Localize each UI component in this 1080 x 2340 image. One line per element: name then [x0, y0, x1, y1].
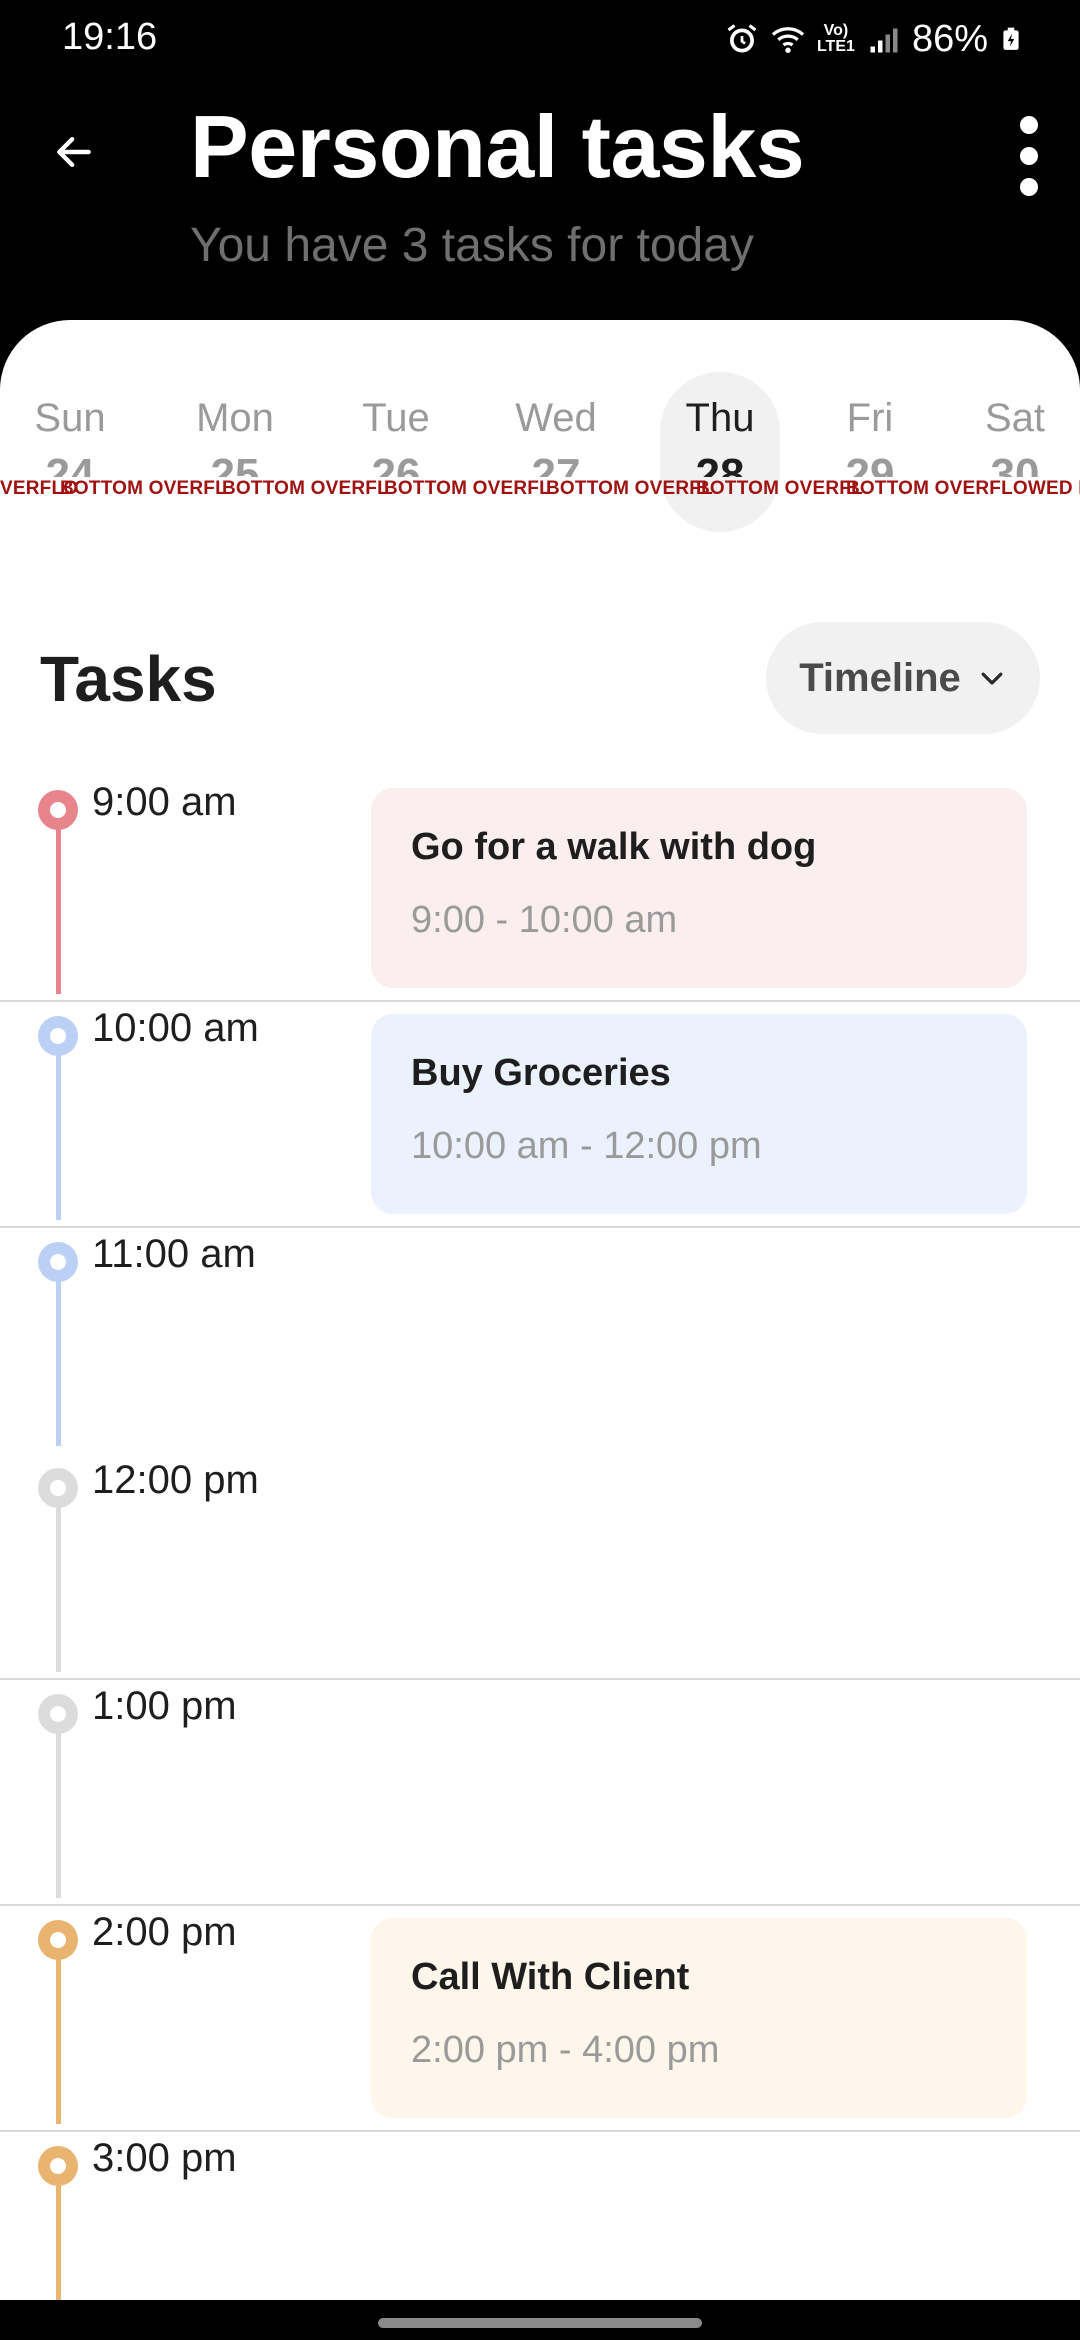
timeline-time-label: 12:00 pm [92, 1458, 259, 1502]
timeline-line [56, 1270, 61, 1446]
row-separator [0, 1226, 1080, 1228]
day-name: Sun [34, 396, 106, 440]
task-card[interactable]: Call With Client 2:00 pm - 4:00 pm [371, 1918, 1027, 2118]
task-time: 10:00 am - 12:00 pm [411, 1125, 762, 1167]
overflow-text: BOTTOM OVERFL [384, 478, 551, 499]
row-separator [0, 2130, 1080, 2132]
timeline-dot [38, 1242, 78, 1282]
overflow-warning-band: VERFLO BOTTOM OVERFL BOTTOM OVERFL BOTTO… [0, 478, 1080, 500]
day-thu-selected[interactable]: Thu 28 [660, 372, 780, 532]
alarm-icon [727, 24, 757, 53]
day-sat[interactable]: Sat 30 [955, 372, 1075, 532]
day-wed[interactable]: Wed 27 [496, 372, 616, 532]
row-separator [0, 1000, 1080, 1002]
timeline-line [56, 1496, 61, 1672]
arrow-left-icon [57, 136, 91, 168]
status-icons: Vo) LTE1 86% [724, 14, 1024, 64]
more-options-button[interactable] [1004, 116, 1054, 196]
day-mon[interactable]: Mon 25 [175, 372, 295, 532]
timeline-view-dropdown[interactable]: Timeline [766, 622, 1040, 734]
timeline-dot [38, 2146, 78, 2186]
timeline-line [56, 818, 61, 994]
day-fri[interactable]: Fri 29 [810, 372, 930, 532]
timeline-time-label: 10:00 am [92, 1006, 259, 1050]
battery-percentage: 86% [911, 17, 988, 60]
task-time: 2:00 pm - 4:00 pm [411, 2029, 720, 2071]
content-sheet: Sun 24 Mon 25 Tue 26 Wed 27 Thu 28 Fri 2… [0, 320, 1080, 2300]
signal-icon [870, 28, 898, 53]
timeline-time-label: 3:00 pm [92, 2136, 237, 2180]
page-title: Personal tasks [190, 97, 805, 196]
day-number: 25 [175, 453, 295, 477]
day-tue[interactable]: Tue 26 [336, 372, 456, 532]
view-label: Timeline [799, 655, 961, 700]
task-title: Call With Client [411, 1956, 690, 1998]
status-bar: 19:16 Vo) LTE1 86% [0, 0, 1080, 80]
timeline-dot [38, 1468, 78, 1508]
day-name: Fri [846, 396, 894, 440]
back-button[interactable] [44, 122, 104, 182]
overflow-text: BOTTOM OVERFL [696, 478, 863, 499]
row-separator [0, 1904, 1080, 1906]
battery-icon [1003, 27, 1019, 50]
day-name: Mon [196, 396, 274, 440]
home-gesture-handle[interactable] [378, 2318, 702, 2328]
task-time: 9:00 - 10:00 am [411, 899, 678, 941]
timeline-dot [38, 790, 78, 830]
timeline-time-label: 11:00 am [92, 1232, 256, 1276]
timeline-line [56, 1044, 61, 1220]
day-name: Wed [515, 396, 597, 440]
timeline-line [56, 2174, 61, 2300]
day-name: Thu [685, 396, 755, 440]
tasks-heading: Tasks [40, 643, 217, 715]
task-card[interactable]: Buy Groceries 10:00 am - 12:00 pm [371, 1014, 1027, 1214]
task-card[interactable]: Go for a walk with dog 9:00 - 10:00 am [371, 788, 1027, 988]
chevron-down-icon [981, 672, 1003, 685]
day-number: 29 [810, 453, 930, 477]
overflow-text: BOTTOM OVERFL [222, 478, 389, 499]
timeline-time-label: 2:00 pm [92, 1910, 237, 1954]
more-vert-icon [1020, 116, 1038, 134]
status-time: 19:16 [62, 16, 158, 58]
day-number: 30 [955, 453, 1075, 477]
overflow-text: BOTTOM OVERFL [546, 478, 713, 499]
day-number: 28 [660, 453, 780, 477]
task-title: Go for a walk with dog [411, 826, 817, 868]
task-title: Buy Groceries [411, 1052, 671, 1094]
day-name: Tue [362, 396, 430, 440]
timeline-time-label: 1:00 pm [92, 1684, 237, 1728]
overflow-text: BOTTOM OVERFL [60, 478, 227, 499]
day-number: 27 [496, 453, 616, 477]
timeline-line [56, 1722, 61, 1898]
day-name: Sat [984, 396, 1046, 440]
timeline-line [56, 1948, 61, 2124]
wifi-icon [771, 27, 805, 53]
timeline-dot [38, 1694, 78, 1734]
day-number: 26 [336, 453, 456, 477]
timeline-time-label: 9:00 am [92, 780, 237, 824]
overflow-text: BOTTOM OVERFLOWED BY [846, 478, 1080, 499]
day-sun[interactable]: Sun 24 [10, 372, 130, 532]
row-separator [0, 1678, 1080, 1680]
volte-lte-icon: Vo) LTE1 [816, 22, 855, 55]
timeline-dot [38, 1016, 78, 1056]
timeline-dot [38, 1920, 78, 1960]
page-subtitle: You have 3 tasks for today [190, 219, 754, 272]
day-number: 24 [10, 453, 130, 477]
